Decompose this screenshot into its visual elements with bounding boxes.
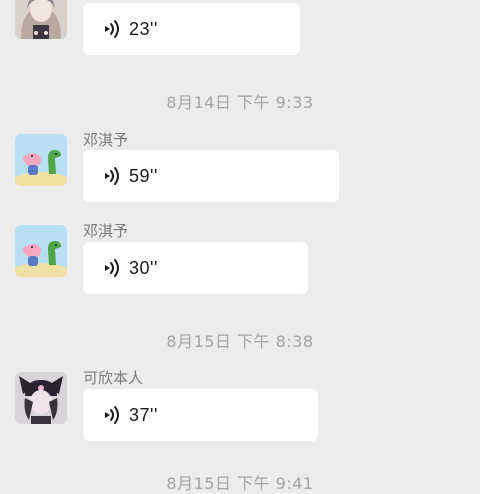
voice-duration: 23'' [129, 18, 158, 39]
voice-message-bubble[interactable]: 23'' [83, 3, 300, 55]
voice-duration: 59'' [129, 165, 158, 186]
message-timestamp: 8月14日 下午 9:33 [166, 93, 314, 112]
sender-name: 可欣本人 [83, 369, 144, 387]
voice-wave-icon [105, 406, 119, 424]
sender-name: 邓淇予 [83, 222, 129, 240]
sender-name: 邓淇予 [83, 131, 129, 149]
message-timestamp: 8月15日 下午 9:41 [166, 474, 314, 493]
voice-wave-icon [105, 167, 119, 185]
avatar-peppa-pig[interactable] [15, 225, 67, 277]
voice-message-bubble[interactable]: 37'' [83, 389, 318, 441]
voice-duration: 37'' [129, 404, 158, 425]
message-timestamp: 8月15日 下午 8:38 [166, 332, 314, 351]
voice-message-bubble[interactable]: 30'' [83, 242, 308, 294]
avatar-peppa-pig[interactable] [15, 134, 67, 186]
avatar-girl[interactable] [15, 0, 67, 39]
voice-wave-icon [105, 259, 119, 277]
avatar-kuromi-girl[interactable] [15, 372, 67, 424]
voice-wave-icon [105, 20, 119, 38]
voice-message-bubble[interactable]: 59'' [83, 150, 339, 202]
voice-duration: 30'' [129, 257, 158, 278]
